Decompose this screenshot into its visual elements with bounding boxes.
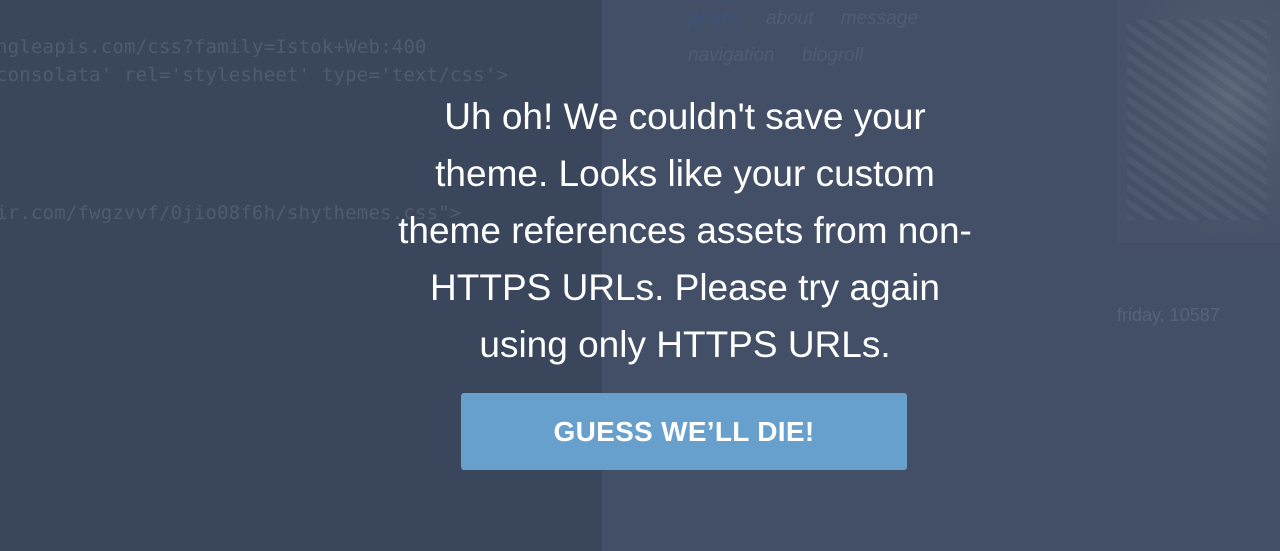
- preview-nav-primary: posts about message: [688, 8, 940, 30]
- preview-nav-about: about: [765, 8, 814, 29]
- preview-post-date: friday, 10587: [1117, 305, 1220, 325]
- dismiss-button[interactable]: GUESS WE’LL DIE!: [461, 393, 907, 470]
- preview-nav-blogroll: blogroll: [801, 45, 864, 66]
- error-message: Uh oh! We couldn't save your theme. Look…: [398, 96, 972, 365]
- preview-nav-secondary: navigation blogroll: [688, 45, 885, 67]
- preview-nav-message: message: [840, 8, 918, 29]
- code-line: ngleapis.com/css?family=Istok+Web:400: [0, 36, 427, 58]
- error-dialog: Uh oh! We couldn't save your theme. Look…: [385, 88, 985, 470]
- preview-post-image: [1117, 0, 1280, 243]
- code-line: consolata' rel='stylesheet' type='text/c…: [0, 64, 509, 86]
- preview-nav-navigation: navigation: [688, 45, 775, 66]
- preview-nav-posts: posts: [688, 8, 739, 29]
- screen: ngleapis.com/css?family=Istok+Web:400 co…: [0, 0, 1280, 551]
